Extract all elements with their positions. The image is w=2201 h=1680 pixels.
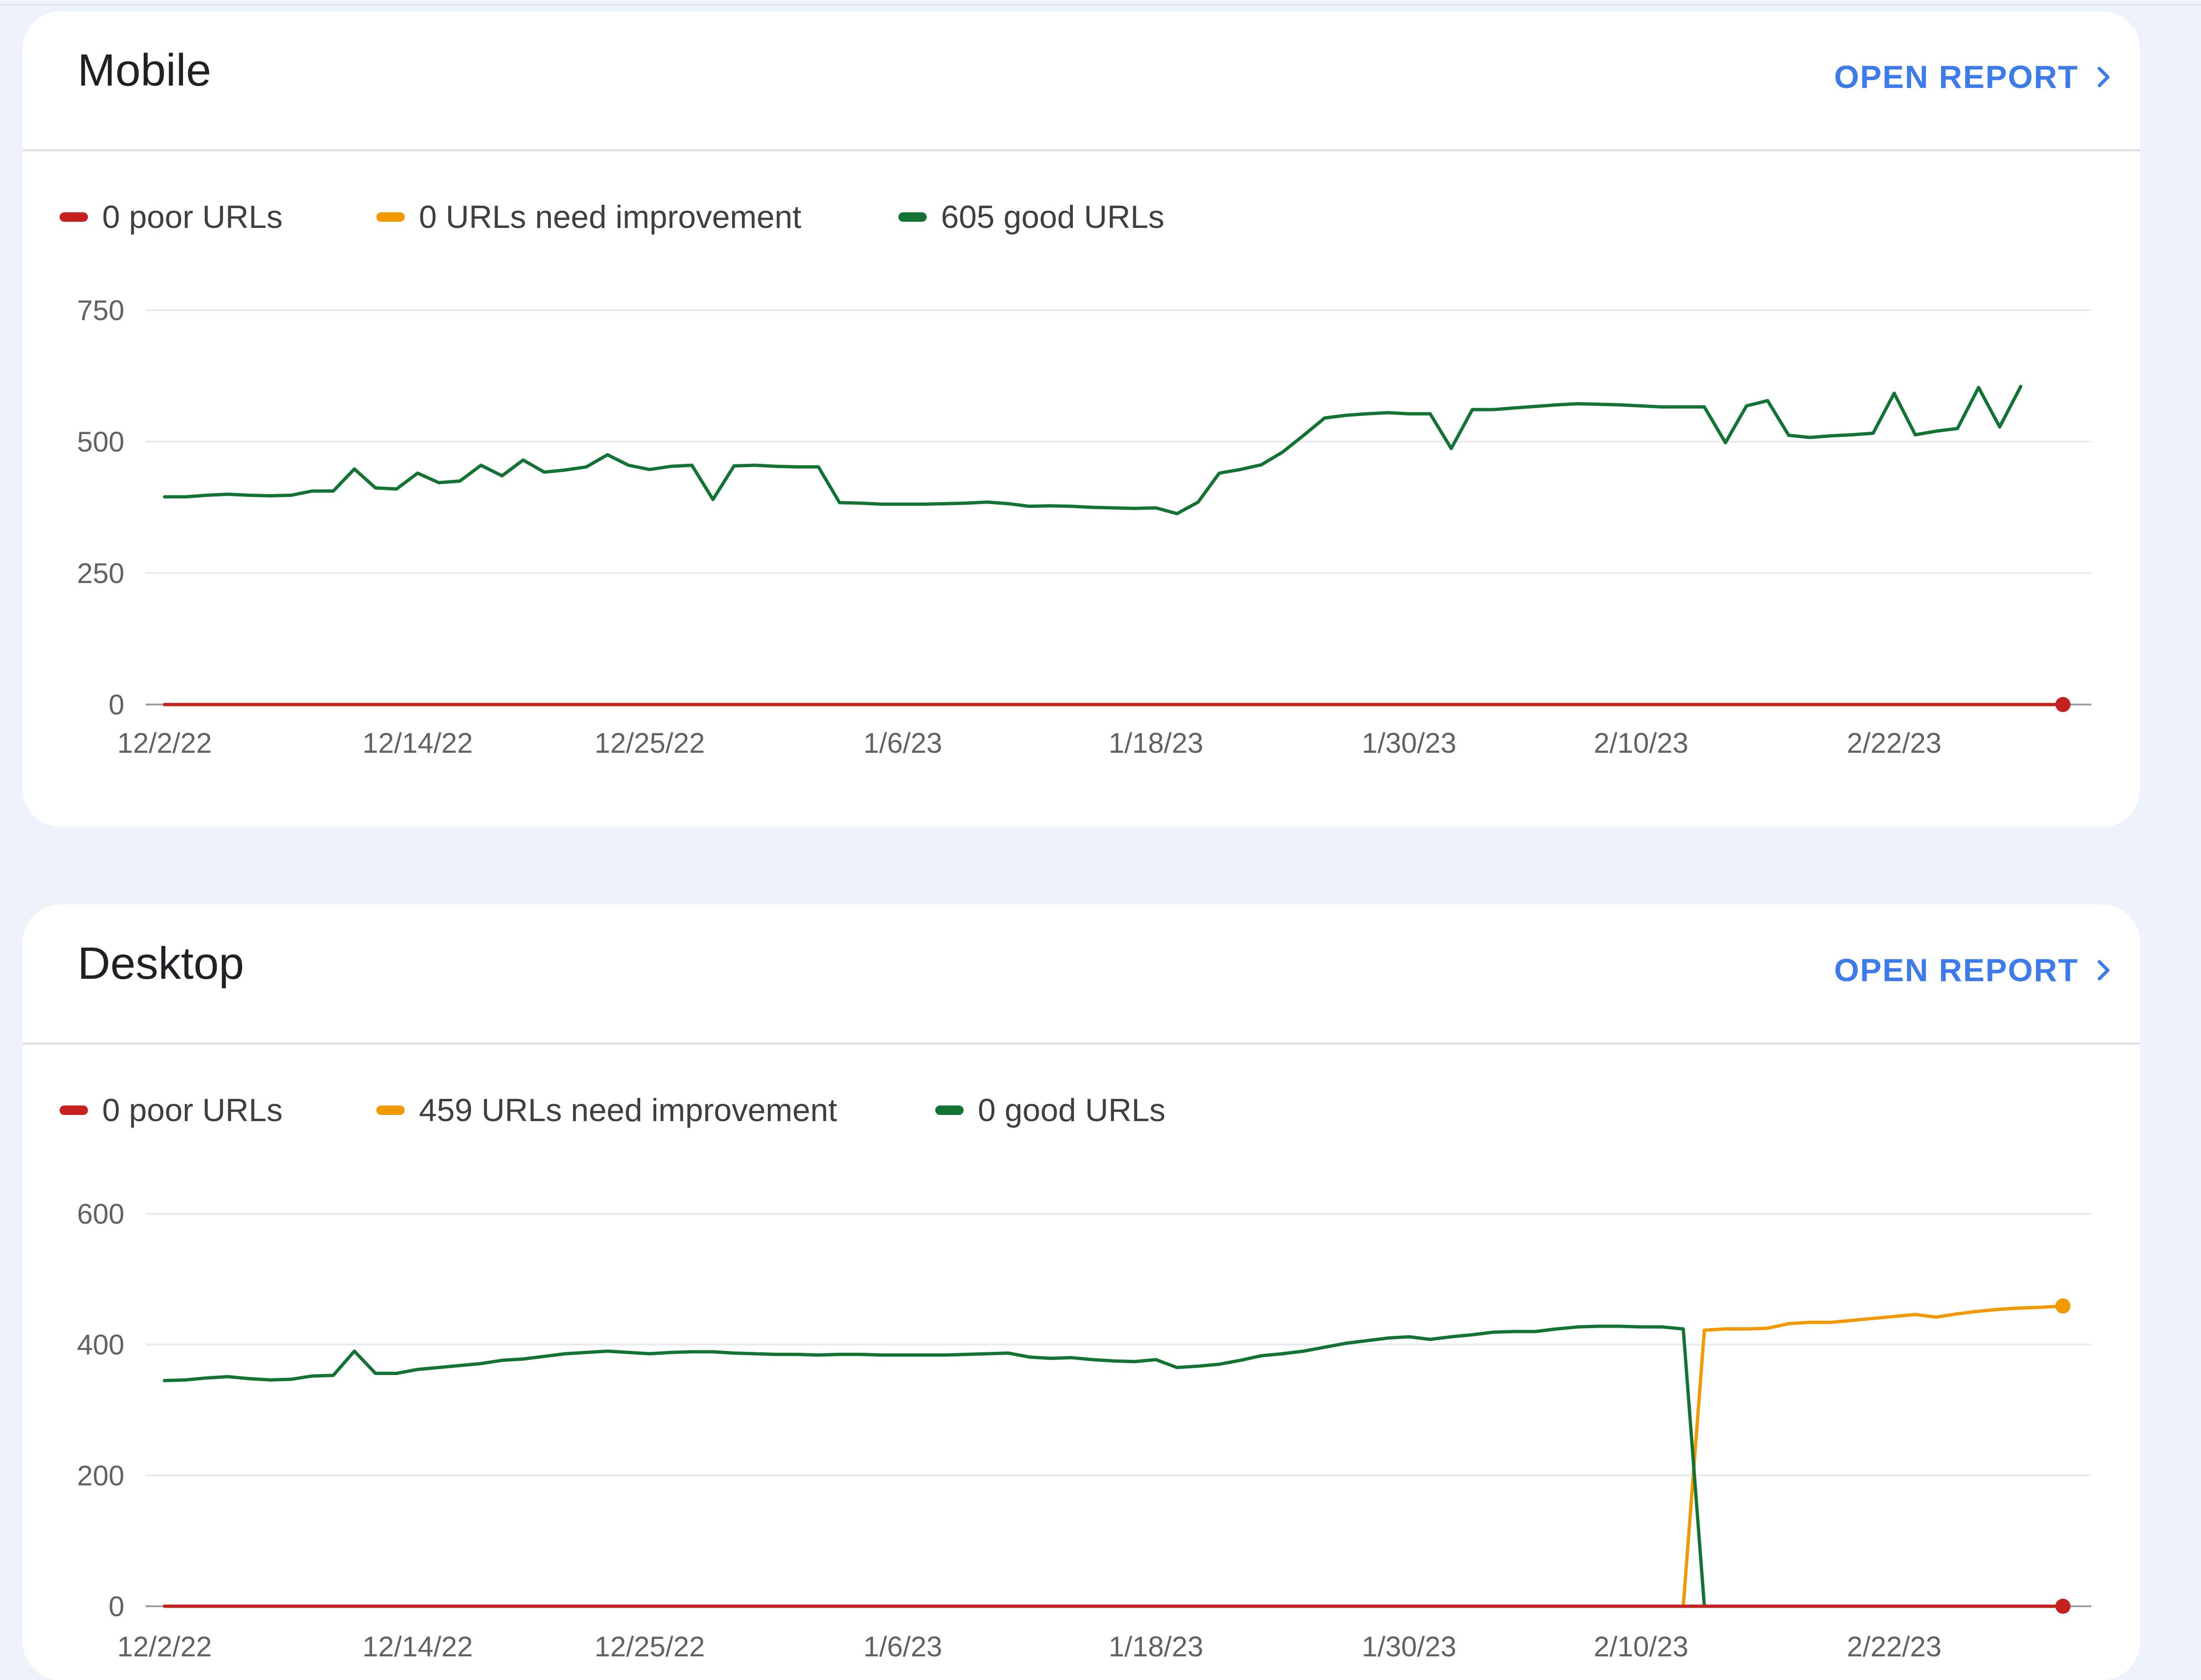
desktop-card: Desktop OPEN REPORT 0 poor URLs 459 URLs…	[23, 905, 2140, 1680]
x-tick-label: 12/25/22	[594, 1631, 705, 1663]
x-tick-label: 2/10/23	[1594, 1631, 1688, 1663]
x-tick-label: 12/2/22	[117, 727, 212, 759]
y-tick-label: 400	[77, 1329, 124, 1361]
series-end-marker	[2055, 1298, 2071, 1314]
y-tick-label: 200	[77, 1460, 124, 1491]
y-tick-label: 250	[77, 557, 124, 589]
x-tick-label: 1/30/23	[1362, 727, 1456, 759]
mobile-card: Mobile OPEN REPORT 0 poor URLs 0 URLs ne…	[23, 11, 2140, 827]
series-end-marker	[2055, 1599, 2071, 1614]
x-tick-label: 12/25/22	[594, 727, 705, 759]
series-line	[163, 384, 2023, 515]
x-tick-label: 2/10/23	[1594, 727, 1688, 759]
x-tick-label: 1/6/23	[863, 727, 942, 759]
y-tick-label: 750	[77, 295, 124, 326]
x-tick-label: 2/22/23	[1847, 1631, 1941, 1663]
mobile-line-chart: 0 250 500 750 12/2/22 12/14/22 12/25/22 1/6/23 1…	[77, 295, 2091, 759]
series-line	[163, 1324, 2065, 1608]
y-tick-label: 0	[109, 689, 124, 721]
x-tick-label: 12/2/22	[117, 1631, 212, 1663]
y-tick-label: 0	[109, 1591, 124, 1622]
top-divider	[0, 0, 2201, 6]
y-tick-label: 500	[77, 426, 124, 458]
x-tick-label: 2/22/23	[1847, 727, 1941, 759]
desktop-line-chart: 0 200 400 600 12/2/22 12/14/22 12/25/22 1/6/23 1…	[77, 1198, 2091, 1663]
x-tick-label: 12/14/22	[363, 1631, 473, 1663]
x-tick-label: 1/6/23	[863, 1631, 942, 1663]
x-tick-label: 1/30/23	[1362, 1631, 1456, 1663]
x-tick-label: 1/18/23	[1109, 727, 1203, 759]
x-tick-label: 1/18/23	[1109, 1631, 1203, 1663]
series-end-marker	[2055, 697, 2071, 712]
y-tick-label: 600	[77, 1198, 124, 1230]
x-tick-label: 12/14/22	[363, 727, 473, 759]
series-line	[163, 1304, 2065, 1608]
